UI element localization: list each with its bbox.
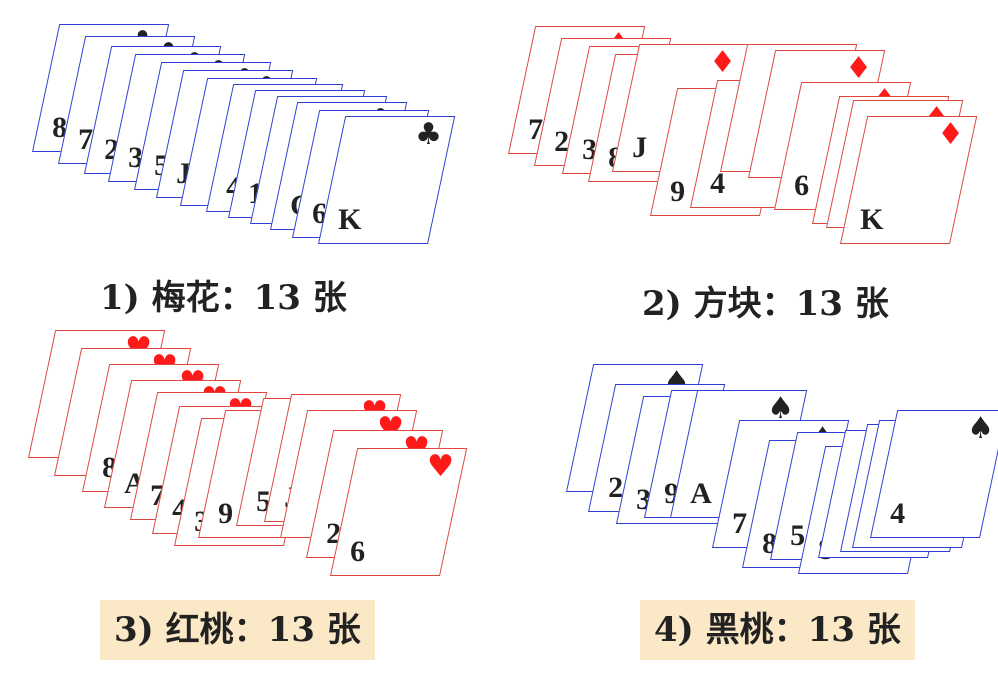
- card-rank: 9: [218, 497, 234, 530]
- card-rank: A: [690, 477, 712, 510]
- card-rank: K: [338, 203, 362, 236]
- card-rank: 4: [890, 497, 906, 530]
- card-rank: 7: [732, 507, 748, 540]
- diamond-icon: ♦: [937, 117, 965, 152]
- cards-figure: ♣8♣7♣2♣3♣5♣J♣♣4♣1♣♣C♣6♣K1) 梅花：13 张♦7♦2♦3…: [0, 0, 998, 684]
- card-rank: 9: [670, 175, 686, 208]
- card-rank: K: [860, 203, 884, 236]
- heart-icon: ♥: [427, 449, 455, 484]
- spade-icon: ♠: [967, 411, 995, 446]
- card-rank: J: [632, 131, 648, 164]
- clubs-caption: 1) 梅花：13 张: [100, 278, 347, 318]
- diamonds-caption: 2) 方块：13 张: [642, 284, 889, 324]
- card-rank: 6: [350, 535, 366, 568]
- diamond-icon: ♦: [845, 51, 873, 86]
- club-icon: ♣: [415, 117, 443, 152]
- spades-caption: 4) 黑桃：13 张: [640, 600, 915, 660]
- hearts-caption: 3) 红桃：13 张: [100, 600, 375, 660]
- diamond-icon: ♦: [709, 45, 737, 80]
- card-rank: 4: [710, 167, 726, 200]
- card-rank: 6: [794, 169, 810, 202]
